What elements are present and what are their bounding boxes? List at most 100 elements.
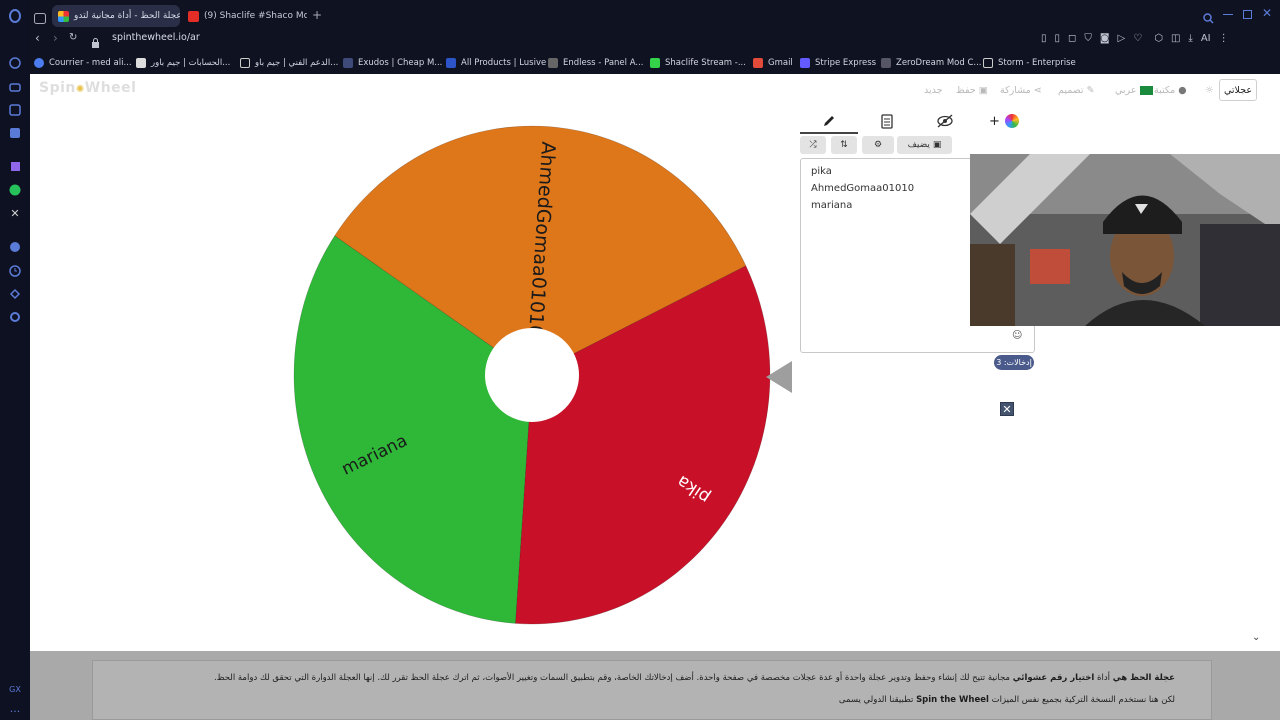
browser-toolbar: ▯ ▯ ◻ ⛉ ◙ ▷ ♡ ⬡ ◫ ⤓ AI ⋮ bbox=[1041, 33, 1229, 44]
bookmark-item[interactable]: ZeroDream Mod C... bbox=[881, 55, 982, 70]
results-tab[interactable] bbox=[858, 110, 916, 132]
search-tabs-icon[interactable] bbox=[1203, 9, 1214, 24]
settings-icon[interactable] bbox=[8, 310, 22, 324]
more-icon[interactable]: ··· bbox=[8, 704, 22, 718]
camera-icon[interactable]: ◙ bbox=[1100, 33, 1110, 44]
pencil-icon: ✎ bbox=[1086, 85, 1095, 96]
extensions-puzzle-icon[interactable]: ⬡ bbox=[1154, 33, 1163, 44]
bookmark-item[interactable]: Storm - Enterprise bbox=[983, 55, 1076, 70]
eye-slash-icon bbox=[937, 114, 953, 128]
messenger-icon[interactable] bbox=[8, 126, 22, 140]
image-icon: ▣ bbox=[932, 140, 942, 150]
zerodream-favicon-icon bbox=[881, 57, 891, 68]
twitch-icon[interactable] bbox=[8, 160, 22, 174]
music-player-icon[interactable] bbox=[8, 240, 22, 254]
chevron-down-icon[interactable]: ⌄ bbox=[1252, 632, 1260, 643]
logo-wheel-icon: ✺ bbox=[75, 84, 85, 95]
maximize-button[interactable] bbox=[1243, 10, 1252, 19]
forward-icon[interactable]: › bbox=[53, 31, 58, 45]
color-wheel-icon bbox=[1004, 114, 1019, 128]
nav-new[interactable]: جديد bbox=[924, 85, 943, 96]
add-image-button[interactable]: يضيف ▣ bbox=[897, 136, 952, 154]
url-field[interactable]: spinthewheel.io/ar bbox=[112, 32, 200, 43]
gympower-favicon-icon bbox=[136, 57, 146, 68]
add-wheel-tab[interactable]: + bbox=[980, 110, 1028, 132]
sort-button[interactable]: ⇅ bbox=[831, 136, 857, 154]
bookmark-item[interactable]: All Products | Lusive bbox=[446, 55, 546, 70]
shuffle-button[interactable]: ⤮ bbox=[800, 136, 826, 154]
theme-toggle-icon[interactable]: ☼ bbox=[1205, 85, 1214, 96]
emoji-icon[interactable]: ☺ bbox=[1012, 330, 1022, 341]
tab-title: (9) Shaclife #Shaco Monte bbox=[204, 11, 307, 21]
tab-spinthewheel[interactable]: عجلة الحظ - أداة مجانية لتدو bbox=[52, 5, 180, 27]
download-icon[interactable]: ⤓ bbox=[1188, 33, 1192, 44]
tab-snapshot-icon[interactable]: ▯ bbox=[1055, 33, 1061, 44]
aria-ai-button[interactable]: AI bbox=[1201, 33, 1211, 44]
shuffle-icon: ⤮ bbox=[809, 140, 817, 150]
heart-icon[interactable]: ♡ bbox=[1133, 33, 1142, 44]
hide-tab[interactable] bbox=[916, 110, 974, 132]
gmail-favicon-icon bbox=[753, 57, 763, 68]
edit-entries-tab[interactable] bbox=[800, 110, 858, 132]
menu-icon[interactable]: ⋮ bbox=[1219, 33, 1229, 44]
webcam-person-image bbox=[970, 154, 1280, 326]
gx-control-icon[interactable] bbox=[8, 80, 22, 94]
history-icon[interactable] bbox=[8, 264, 22, 278]
bookmark-item[interactable]: Gmail bbox=[753, 55, 793, 70]
split-view-icon[interactable]: ▯ bbox=[1041, 33, 1047, 44]
nav-customize[interactable]: تصميم ✎ bbox=[1058, 85, 1095, 96]
my-wheels-button[interactable]: عجلاتي bbox=[1219, 79, 1257, 101]
reload-icon[interactable]: ↻ bbox=[69, 32, 77, 43]
wallet-icon[interactable]: ◫ bbox=[1171, 33, 1180, 44]
bookmark-item[interactable]: Exudos | Cheap M... bbox=[343, 55, 442, 70]
whatsapp-icon[interactable] bbox=[8, 183, 22, 197]
close-popup-button[interactable]: ✕ bbox=[1000, 402, 1014, 416]
entries-count-badge: إدخالات: 3 bbox=[994, 355, 1034, 370]
site-logo[interactable]: Spin✺Wheel bbox=[39, 80, 136, 96]
description-line-2: لكن هنا نستخدم النسخة التركية بجميع نفس … bbox=[838, 695, 1175, 705]
bookmark-item[interactable]: Courrier - med ali... bbox=[34, 55, 132, 70]
tab-youtube[interactable]: (9) Shaclife #Shaco Monte bbox=[182, 5, 307, 27]
advanced-button[interactable]: ⚙ bbox=[862, 136, 894, 154]
tab-title: عجلة الحظ - أداة مجانية لتدو bbox=[74, 11, 180, 21]
play-icon[interactable]: ▷ bbox=[1118, 33, 1126, 44]
entry-line: pika bbox=[811, 166, 832, 177]
save-icon: ▣ bbox=[978, 85, 988, 96]
bookmark-item[interactable]: الدعم الفني | جيم باو... bbox=[240, 55, 338, 70]
bookmark-item[interactable]: Endless - Panel A... bbox=[548, 55, 643, 70]
clipboard-icon bbox=[881, 114, 893, 129]
tab-menu-icon[interactable] bbox=[34, 9, 46, 24]
nav-language[interactable]: عربي bbox=[1115, 85, 1153, 96]
wheel-favicon-icon bbox=[58, 10, 69, 22]
vpn-shield-icon[interactable]: ⛉ bbox=[1084, 33, 1092, 44]
aria-icon[interactable] bbox=[8, 56, 22, 70]
x-twitter-icon[interactable]: ✕ bbox=[8, 206, 22, 220]
page-favicon-icon bbox=[240, 57, 250, 68]
bookmark-item[interactable]: الحسابات | جيم باور... bbox=[136, 55, 230, 70]
browser-sidebar: ✕ GX ··· bbox=[0, 0, 30, 720]
back-icon[interactable]: ‹ bbox=[35, 31, 40, 45]
new-tab-button[interactable]: + bbox=[312, 8, 322, 22]
spin-wheel[interactable]: AhmedGomaa01010pikamariana bbox=[292, 124, 772, 626]
description-line-1: عجلة الحظ هي أداة اختيار رقم عشوائي مجان… bbox=[213, 673, 1175, 683]
lock-icon[interactable] bbox=[91, 33, 100, 48]
bookmark-item[interactable]: Stripe Express bbox=[800, 55, 876, 70]
nav-share[interactable]: مشاركة ⋖ bbox=[1000, 85, 1042, 96]
exudos-favicon-icon bbox=[343, 57, 353, 68]
opera-logo-icon[interactable] bbox=[8, 9, 22, 23]
gx-label: GX bbox=[9, 684, 21, 694]
saudi-flag-icon bbox=[1139, 86, 1153, 95]
nav-save[interactable]: حفظ ▣ bbox=[956, 85, 988, 96]
tab-strip: عجلة الحظ - أداة مجانية لتدو (9) Shaclif… bbox=[30, 0, 1280, 30]
close-window-button[interactable]: ✕ bbox=[1262, 6, 1272, 20]
minimize-button[interactable] bbox=[1223, 14, 1233, 15]
nav-gallery[interactable]: مكتبة ● bbox=[1154, 85, 1187, 96]
wheel-center-hub[interactable] bbox=[485, 328, 579, 422]
pinboard-icon[interactable] bbox=[8, 103, 22, 117]
email-favicon-icon bbox=[34, 57, 44, 68]
bookmark-item[interactable]: Shaclife Stream -... bbox=[650, 55, 746, 70]
screenshot-icon[interactable]: ◻ bbox=[1068, 33, 1076, 44]
youtube-favicon-icon bbox=[188, 10, 199, 22]
extensions-icon[interactable] bbox=[8, 287, 22, 301]
endless-favicon-icon bbox=[548, 57, 558, 68]
